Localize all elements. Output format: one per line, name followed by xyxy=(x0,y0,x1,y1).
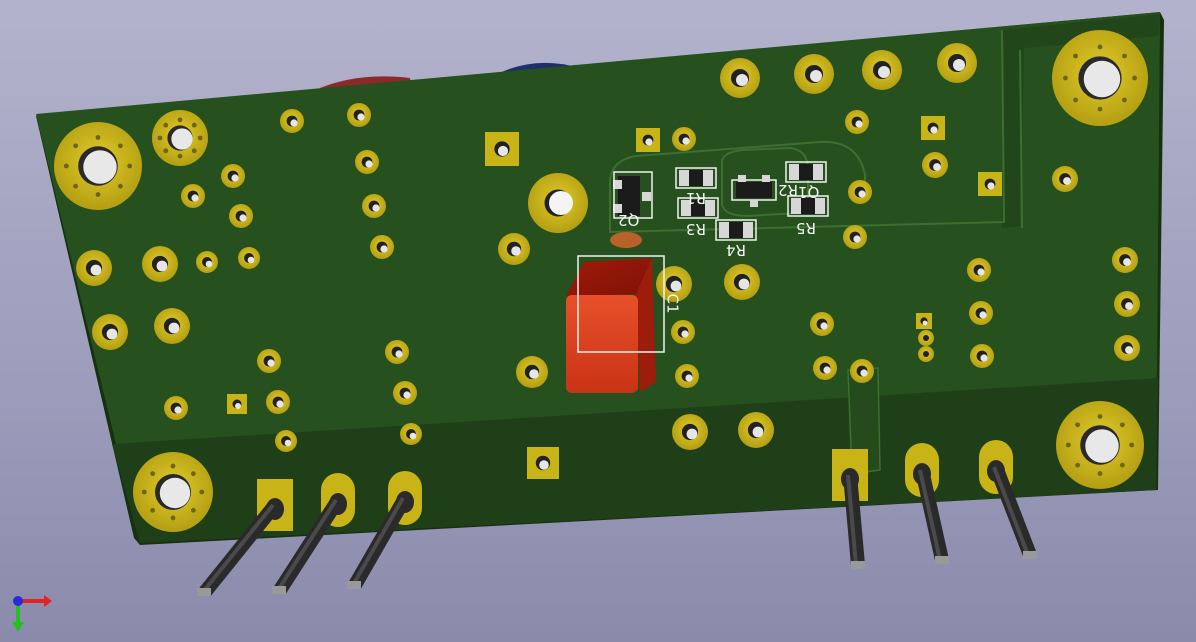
through-hole-pad xyxy=(845,110,869,134)
transistor-q2-body xyxy=(610,232,642,248)
through-hole-pad xyxy=(257,349,281,373)
through-hole-pad xyxy=(850,359,874,383)
designator-r2: R2 xyxy=(778,181,798,199)
through-hole-pad xyxy=(393,381,417,405)
through-hole-pad xyxy=(229,204,253,228)
through-hole-pad xyxy=(843,225,867,249)
through-hole-pad xyxy=(720,58,760,98)
through-hole-pad xyxy=(142,246,178,282)
through-hole-pad xyxy=(498,233,530,265)
through-hole-pad xyxy=(848,180,872,204)
designator-r4: R4 xyxy=(726,241,746,259)
through-hole-pad xyxy=(181,184,205,208)
through-hole-pad xyxy=(154,308,190,344)
through-hole-pad xyxy=(275,430,297,452)
through-hole-pad xyxy=(724,264,760,300)
through-hole-pad xyxy=(370,235,394,259)
3d-viewer-canvas[interactable]: R1 R2 R3 R4 R5 Q1 Q2 C1 xyxy=(0,0,1196,642)
through-hole-pad xyxy=(1052,166,1078,192)
square-pad xyxy=(227,394,247,414)
through-hole-pad xyxy=(1114,291,1140,317)
square-pad xyxy=(916,313,932,329)
through-hole-pad xyxy=(266,390,290,414)
designator-q1: Q1 xyxy=(798,183,820,201)
z-axis-dot xyxy=(13,596,23,606)
through-hole-pad xyxy=(672,414,708,450)
small-pad xyxy=(918,330,934,346)
square-pad xyxy=(921,116,945,140)
through-hole-pad xyxy=(970,344,994,368)
mounting-hole xyxy=(152,110,208,166)
designator-c1: C1 xyxy=(663,293,682,314)
through-hole-pad xyxy=(238,247,260,269)
through-hole-pad xyxy=(164,396,188,420)
y-axis-arrowhead xyxy=(12,622,24,632)
designator-r5: R5 xyxy=(796,219,816,237)
through-hole-pad xyxy=(1112,247,1138,273)
capacitor-c1-body[interactable] xyxy=(566,255,665,393)
square-pad xyxy=(527,447,559,479)
through-hole-pad xyxy=(810,312,834,336)
through-hole-pad xyxy=(400,423,422,445)
mounting-hole xyxy=(54,122,142,210)
through-hole-pad xyxy=(672,127,696,151)
through-hole-pad xyxy=(385,340,409,364)
through-hole-pad xyxy=(969,301,993,325)
designator-r3: R3 xyxy=(686,220,706,238)
through-hole-pad xyxy=(794,54,834,94)
through-hole-pad xyxy=(516,356,548,388)
through-hole-pad xyxy=(1114,335,1140,361)
through-hole-pad xyxy=(92,314,128,350)
through-hole-pad xyxy=(813,356,837,380)
through-hole-pad xyxy=(280,109,304,133)
through-hole-pad xyxy=(862,50,902,90)
through-hole-pad xyxy=(355,150,379,174)
large-hole xyxy=(549,191,573,215)
x-axis-arrowhead xyxy=(44,595,52,607)
resistor-smd-icon xyxy=(715,219,757,241)
through-hole-pad xyxy=(738,412,774,448)
axis-indicator xyxy=(12,595,52,632)
through-hole-pad xyxy=(362,194,386,218)
through-hole-pad xyxy=(937,43,977,83)
square-pad xyxy=(636,128,660,152)
through-hole-pad xyxy=(76,250,112,286)
small-pad xyxy=(918,346,934,362)
square-pad xyxy=(485,132,519,166)
mounting-hole xyxy=(1052,30,1148,126)
through-hole-pad xyxy=(671,320,695,344)
through-hole-pad xyxy=(922,152,948,178)
capacitor-front-face xyxy=(566,295,638,393)
through-hole-pad xyxy=(967,258,991,282)
resistor-smd-icon xyxy=(675,167,717,189)
resistor-smd-icon xyxy=(785,161,827,183)
pcb-3d-view[interactable] xyxy=(0,0,1196,642)
through-hole-pad xyxy=(221,164,245,188)
mounting-hole xyxy=(133,452,213,532)
designator-q2: Q2 xyxy=(618,211,640,229)
through-hole-pad xyxy=(196,251,218,273)
designator-r1: R1 xyxy=(686,189,706,207)
square-pad xyxy=(978,172,1002,196)
through-hole-pad xyxy=(675,364,699,388)
through-hole-pad xyxy=(347,103,371,127)
mounting-hole xyxy=(1056,401,1144,489)
